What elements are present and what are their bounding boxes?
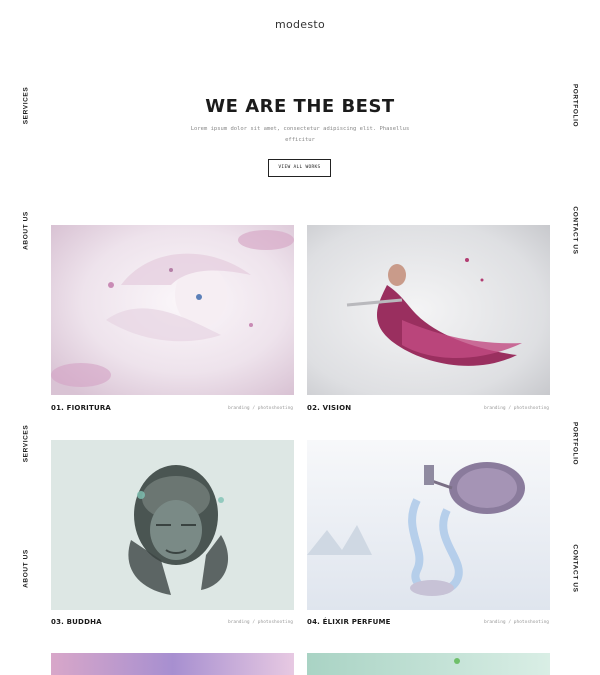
work-tags-elixir-perfume: branding / photoshooting [483,620,549,625]
hero-subtitle-line-1: Lorem ipsum dolor sit amet, consectetur … [190,126,410,132]
work-title-elixir-perfume[interactable]: 04. ÉLIXIR PERFUME [307,618,391,626]
nav-about-us-repeat[interactable]: ABOUT US [23,549,30,588]
view-all-works-button[interactable]: VIEW ALL WORKS [268,159,331,177]
work-image-fioritura[interactable] [51,225,294,395]
work-image-elixir-perfume[interactable] [307,440,550,610]
work-title-vision[interactable]: 02. VISION [307,404,351,412]
work-image-next-right[interactable] [307,653,550,675]
hero-subtitle-line-2: efficitur [285,137,315,143]
work-image-vision[interactable] [307,225,550,395]
work-title-buddha[interactable]: 03. BUDDHA [51,618,102,626]
nav-contact-us[interactable]: CONTACT US [572,206,579,254]
work-title-fioritura[interactable]: 01. FIORITURA [51,404,111,412]
work-tags-buddha: branding / photoshooting [227,620,293,625]
work-tags-fioritura: branding / photoshooting [227,406,293,411]
work-image-buddha[interactable] [51,440,294,610]
hero-title: WE ARE THE BEST [205,96,395,117]
nav-about-us[interactable]: ABOUT US [23,211,30,250]
nav-contact-us-repeat[interactable]: CONTACT US [572,544,579,592]
site-logo[interactable]: modesto [0,18,600,31]
work-tags-vision: branding / photoshooting [483,406,549,411]
nav-portfolio-repeat[interactable]: PORTFOLIO [572,422,579,465]
nav-services-repeat[interactable]: SERVICES [23,425,30,463]
work-image-next-left[interactable] [51,653,294,675]
hero-subtitle: Lorem ipsum dolor sit amet, consectetur … [190,124,410,146]
